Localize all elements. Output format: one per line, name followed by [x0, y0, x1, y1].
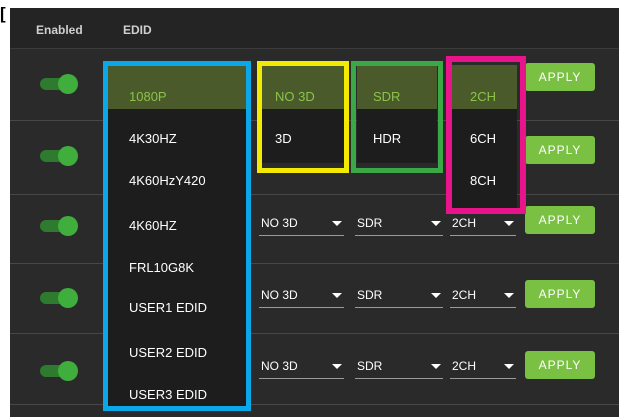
channel-select[interactable]: 2CH	[450, 285, 516, 308]
3d-highlight-box	[257, 61, 349, 173]
apply-button[interactable]: APPLY	[525, 63, 595, 91]
edid-highlight-box	[103, 61, 251, 411]
3d-select[interactable]: NO 3D	[259, 356, 344, 379]
enable-toggle[interactable]	[40, 144, 78, 166]
channel-select[interactable]: 2CH	[450, 356, 516, 379]
channel-highlight-box	[446, 56, 526, 214]
enable-toggle[interactable]	[40, 72, 78, 94]
hdr-highlight-box	[351, 61, 443, 173]
3d-select[interactable]: NO 3D	[259, 213, 344, 236]
enable-toggle[interactable]	[40, 359, 78, 381]
hdr-select[interactable]: SDR	[355, 285, 443, 308]
table-header: Enabled EDID	[10, 8, 619, 49]
3d-select[interactable]: NO 3D	[259, 285, 344, 308]
channel-select[interactable]: 2CH	[450, 213, 516, 236]
chevron-down-icon	[504, 364, 514, 369]
chevron-down-icon	[332, 221, 342, 226]
corner-bracket: [	[0, 4, 6, 23]
edid-settings-panel: Enabled EDID APPLY APPLY APPLY APPLY APP…	[10, 8, 619, 417]
hdr-select[interactable]: SDR	[355, 356, 443, 379]
row-divider	[10, 333, 619, 334]
chevron-down-icon	[431, 221, 441, 226]
chevron-down-icon	[504, 221, 514, 226]
chevron-down-icon	[431, 293, 441, 298]
header-enabled: Enabled	[36, 23, 83, 37]
apply-button[interactable]: APPLY	[525, 280, 595, 308]
enable-toggle[interactable]	[40, 214, 78, 236]
row-divider	[10, 194, 619, 195]
chevron-down-icon	[504, 293, 514, 298]
chevron-down-icon	[332, 364, 342, 369]
apply-button[interactable]: APPLY	[525, 136, 595, 164]
apply-button[interactable]: APPLY	[525, 351, 595, 379]
row-divider	[10, 404, 619, 405]
row-divider	[10, 263, 619, 264]
apply-button[interactable]: APPLY	[525, 206, 595, 234]
hdr-select[interactable]: SDR	[355, 213, 443, 236]
chevron-down-icon	[332, 293, 342, 298]
enable-toggle[interactable]	[40, 286, 78, 308]
chevron-down-icon	[431, 364, 441, 369]
header-edid: EDID	[123, 23, 152, 37]
